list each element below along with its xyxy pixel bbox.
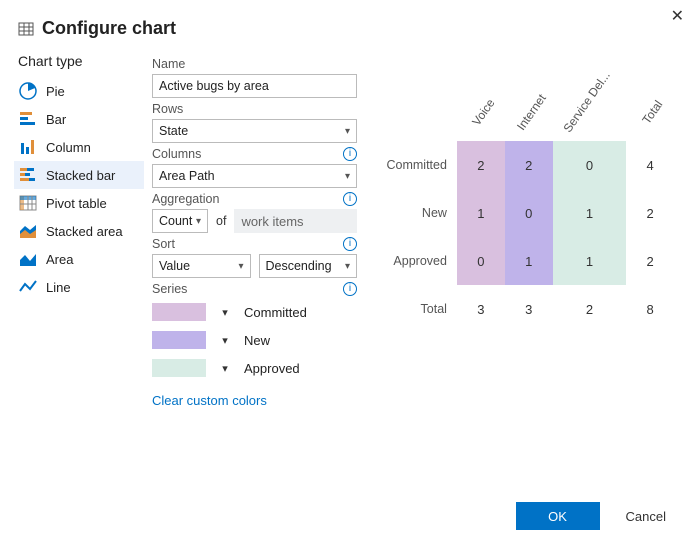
- name-input[interactable]: Active bugs by area: [152, 74, 357, 98]
- pivot-table-icon: [18, 193, 38, 213]
- name-label: Name: [152, 57, 357, 71]
- chart-type-pie[interactable]: Pie: [14, 77, 144, 105]
- color-swatch[interactable]: [152, 359, 206, 377]
- sort-field-select[interactable]: Value ▾: [152, 254, 251, 278]
- chevron-down-icon: ▾: [238, 261, 243, 272]
- cell-total: 2: [553, 285, 626, 333]
- row-header: Approved: [377, 237, 457, 285]
- row-header: New: [377, 189, 457, 237]
- pivot-preview-table: Voice Internet Service Del... Total Comm…: [377, 81, 674, 333]
- preview-panel: Voice Internet Service Del... Total Comm…: [357, 53, 674, 408]
- chart-type-stacked-bar[interactable]: Stacked bar: [14, 161, 144, 189]
- dialog-header: Configure chart: [18, 18, 674, 39]
- chart-type-label: Pie: [46, 84, 65, 99]
- area-icon: [18, 249, 38, 269]
- sort-label: Sort: [152, 237, 175, 251]
- of-label: of: [216, 214, 226, 228]
- cell-total: 4: [626, 141, 674, 189]
- clear-custom-colors-link[interactable]: Clear custom colors: [152, 393, 357, 408]
- cell: 1: [553, 237, 626, 285]
- cancel-button[interactable]: Cancel: [618, 503, 674, 530]
- col-header: Voice: [457, 81, 505, 141]
- dialog-footer: OK Cancel: [516, 502, 674, 530]
- chart-type-pivot-table[interactable]: Pivot table: [14, 189, 144, 217]
- chevron-down-icon[interactable]: ▾: [218, 306, 232, 319]
- cell: 0: [457, 237, 505, 285]
- series-label-text: New: [244, 333, 270, 348]
- cell-total: 2: [626, 237, 674, 285]
- cell-total: 3: [457, 285, 505, 333]
- chart-type-bar[interactable]: Bar: [14, 105, 144, 133]
- col-header: Internet: [505, 81, 553, 141]
- color-swatch[interactable]: [152, 303, 206, 321]
- cell: 1: [505, 237, 553, 285]
- col-header: Total: [626, 81, 674, 141]
- chart-type-line[interactable]: Line: [14, 273, 144, 301]
- chart-type-label: Stacked area: [46, 224, 123, 239]
- col-header: Service Del...: [553, 81, 626, 141]
- chart-type-label: Pivot table: [46, 196, 107, 211]
- chevron-down-icon: ▾: [345, 171, 350, 182]
- rows-select[interactable]: State ▾: [152, 119, 357, 143]
- cell: 0: [553, 141, 626, 189]
- close-icon[interactable]: ✕: [671, 6, 684, 26]
- chart-type-panel: Chart type Pie Bar Column: [14, 53, 144, 408]
- columns-label: Columns: [152, 147, 201, 161]
- info-icon[interactable]: i: [343, 237, 357, 251]
- sort-direction-select[interactable]: Descending ▾: [259, 254, 358, 278]
- bar-icon: [18, 109, 38, 129]
- work-items-field: work items: [234, 209, 357, 233]
- chart-type-label: Column: [46, 140, 91, 155]
- cell-total: 2: [626, 189, 674, 237]
- chart-type-label: Line: [46, 280, 71, 295]
- chart-type-label: Area: [46, 252, 73, 267]
- columns-select[interactable]: Area Path ▾: [152, 164, 357, 188]
- color-swatch[interactable]: [152, 331, 206, 349]
- dialog-title: Configure chart: [42, 18, 176, 39]
- series-label-text: Approved: [244, 361, 300, 376]
- cell-total: 8: [626, 285, 674, 333]
- cell: 2: [457, 141, 505, 189]
- form-panel: Name Active bugs by area Rows State ▾ Co…: [152, 53, 357, 408]
- info-icon[interactable]: i: [343, 147, 357, 161]
- chart-type-column[interactable]: Column: [14, 133, 144, 161]
- info-icon[interactable]: i: [343, 282, 357, 296]
- series-row-committed: ▾ Committed: [152, 299, 357, 325]
- series-label: Series: [152, 282, 187, 296]
- stacked-area-icon: [18, 221, 38, 241]
- chart-type-area[interactable]: Area: [14, 245, 144, 273]
- cell: 1: [553, 189, 626, 237]
- cell-total: 3: [505, 285, 553, 333]
- chevron-down-icon[interactable]: ▾: [218, 334, 232, 347]
- pie-icon: [18, 81, 38, 101]
- cell: 2: [505, 141, 553, 189]
- aggregation-label: Aggregation: [152, 192, 219, 206]
- series-label-text: Committed: [244, 305, 307, 320]
- table-icon: [18, 21, 34, 37]
- chevron-down-icon: ▾: [345, 261, 350, 272]
- series-row-approved: ▾ Approved: [152, 355, 357, 381]
- chevron-down-icon: ▾: [196, 216, 201, 227]
- line-icon: [18, 277, 38, 297]
- cell: 0: [505, 189, 553, 237]
- cell: 1: [457, 189, 505, 237]
- rows-label: Rows: [152, 102, 357, 116]
- chart-type-header: Chart type: [18, 53, 144, 69]
- chart-type-label: Stacked bar: [46, 168, 115, 183]
- aggregation-select[interactable]: Count ▾: [152, 209, 208, 233]
- row-header-total: Total: [377, 285, 457, 333]
- column-icon: [18, 137, 38, 157]
- chart-type-label: Bar: [46, 112, 66, 127]
- configure-chart-dialog: ✕ Configure chart Chart type Pie Bar: [0, 0, 696, 548]
- chart-type-stacked-area[interactable]: Stacked area: [14, 217, 144, 245]
- info-icon[interactable]: i: [343, 192, 357, 206]
- stacked-bar-icon: [18, 165, 38, 185]
- series-row-new: ▾ New: [152, 327, 357, 353]
- row-header: Committed: [377, 141, 457, 189]
- chevron-down-icon[interactable]: ▾: [218, 362, 232, 375]
- ok-button[interactable]: OK: [516, 502, 600, 530]
- chevron-down-icon: ▾: [345, 126, 350, 137]
